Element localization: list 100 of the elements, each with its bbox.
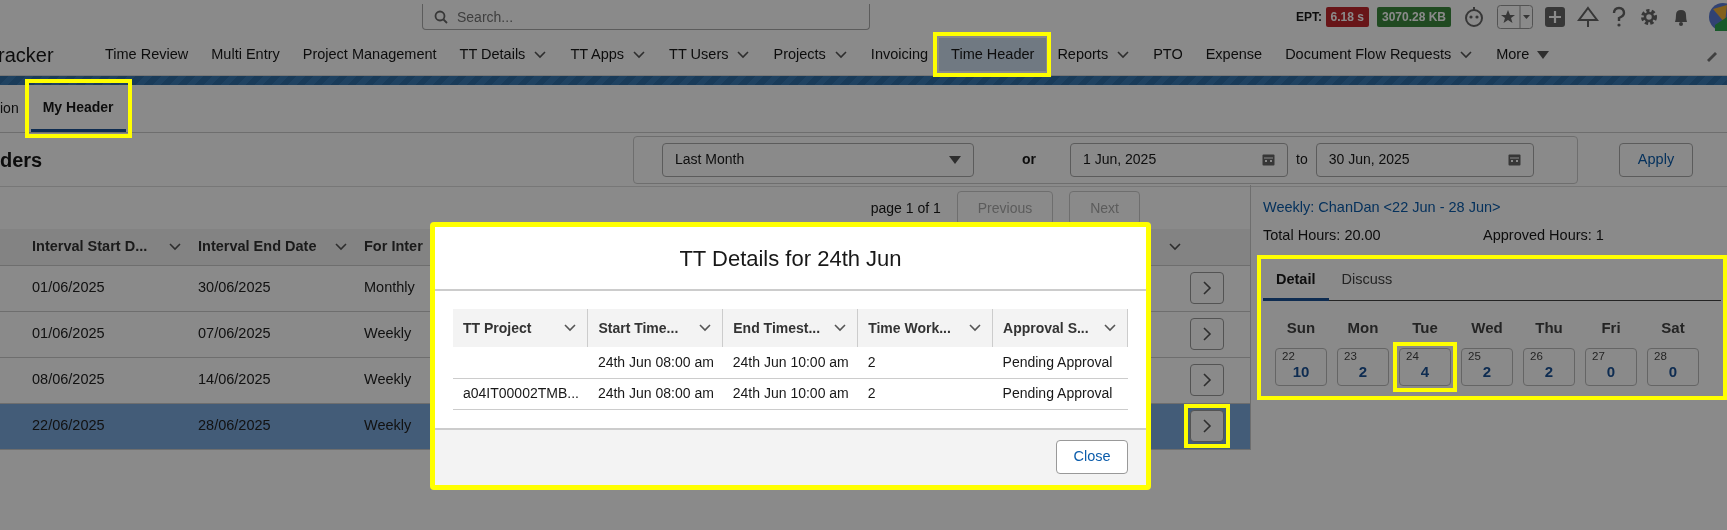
column-header[interactable]: Interval End Date (190, 229, 356, 265)
memory-badge: 3070.28 KB (1376, 7, 1451, 27)
table-cell: 2 (857, 378, 993, 409)
plus-icon[interactable] (1545, 7, 1565, 27)
date-field[interactable]: 1 Jun, 2025 (1070, 142, 1288, 177)
day-cell[interactable]: 22 10 (1275, 347, 1327, 386)
week-link[interactable]: Weekly: ChanDan <22 Jun - 28 Jun> (1263, 199, 1501, 215)
chevron-right-icon (1202, 419, 1212, 433)
view-button[interactable] (1190, 410, 1224, 442)
day-cell[interactable]: 23 2 (1337, 347, 1389, 386)
day-label: Sat (1661, 318, 1685, 339)
perf-label: EPT: (1296, 9, 1323, 26)
chevron-down-icon (698, 323, 713, 333)
chevron-down-icon (334, 241, 348, 252)
nav-item[interactable]: TT Users (657, 37, 763, 72)
day-date: 25 (1468, 349, 1482, 364)
column-header[interactable]: TT Project (453, 309, 588, 347)
table-cell: Pending Approval (992, 347, 1128, 378)
nav-item[interactable]: More (1484, 37, 1562, 72)
apply-button[interactable]: Apply (1619, 142, 1693, 177)
chevron-down-icon (1103, 323, 1117, 333)
nav-item[interactable]: PTO (1141, 37, 1195, 72)
day-label: Sun (1286, 318, 1316, 339)
page-count: page 1 of 1 (870, 198, 941, 218)
nav-item[interactable]: TT Details (447, 37, 560, 72)
column-header[interactable]: Start Time... (587, 309, 723, 347)
approved-hours: Approved Hours: 1 (1483, 225, 1604, 245)
modal-title: TT Details for 24th Jun (435, 227, 1146, 291)
help-icon[interactable] (1611, 6, 1627, 28)
caret-down-icon (1537, 50, 1550, 59)
caret-down-icon (949, 155, 961, 164)
nav-item[interactable]: Multi Entry (199, 37, 292, 72)
table-cell: 24th Jun 10:00 am (722, 378, 858, 409)
chevron-down-icon (1116, 49, 1131, 60)
robot-icon[interactable] (1463, 6, 1485, 28)
time-badge: 6.18 s (1325, 7, 1369, 27)
nav-item[interactable]: Time Header (939, 37, 1047, 72)
chevron-down-icon (833, 323, 848, 333)
tree-icon[interactable] (1577, 6, 1599, 28)
day-cell[interactable]: 24 4 (1399, 347, 1451, 386)
day-hours: 10 (1291, 363, 1311, 381)
sub-tab[interactable]: ion (0, 85, 31, 132)
day-cell[interactable]: 26 2 (1523, 347, 1575, 386)
nav-item[interactable]: Projects (761, 37, 860, 72)
chevron-down-icon (1459, 49, 1474, 60)
day-hours: 2 (1543, 363, 1555, 381)
chevron-down-icon (563, 323, 578, 333)
table-cell: 30/06/2025 (190, 265, 356, 311)
settings-icon[interactable] (1639, 7, 1659, 27)
column-header[interactable]: End Timest... (722, 309, 858, 347)
day-date: 23 (1344, 349, 1358, 364)
nav-item[interactable]: Time Review (93, 37, 201, 72)
range-dropdown[interactable]: Last Month (662, 142, 974, 177)
to-label: to (1296, 150, 1308, 169)
view-button[interactable] (1190, 318, 1224, 350)
search-icon (434, 10, 448, 24)
table-cell: 07/06/2025 (190, 311, 356, 357)
table-cell: 01/06/2025 (24, 265, 190, 311)
date-field[interactable]: 30 Jun, 2025 (1315, 142, 1534, 177)
search-field[interactable]: Search... (422, 4, 870, 30)
column-header[interactable]: Interval Start D... (24, 229, 190, 265)
day-hours: 2 (1481, 363, 1493, 381)
detail-tab[interactable]: Detail (1263, 260, 1329, 302)
nav-item[interactable]: Project Management (290, 37, 449, 72)
day-label: Wed (1471, 318, 1503, 339)
day-cell[interactable]: 28 0 (1647, 347, 1699, 386)
chevron-down-icon (533, 49, 548, 60)
day-date: 26 (1530, 349, 1544, 364)
view-button[interactable] (1190, 272, 1224, 304)
chevron-down-icon (632, 49, 647, 60)
day-cell[interactable]: 27 0 (1585, 347, 1637, 386)
favorites-icon[interactable] (1497, 5, 1533, 29)
day-date: 28 (1654, 349, 1668, 364)
chevron-down-icon (168, 241, 182, 252)
chevron-right-icon (1202, 327, 1212, 341)
table-cell: Pending Approval (992, 378, 1128, 409)
nav-item[interactable]: TT Apps (558, 37, 659, 72)
day-label: Tue (1412, 318, 1438, 339)
nav-item[interactable]: Document Flow Requests (1273, 37, 1486, 72)
detail-tab[interactable]: Discuss (1328, 260, 1406, 302)
column-header[interactable]: Approval S... (992, 309, 1128, 347)
day-date: 22 (1282, 349, 1296, 364)
day-hours: 0 (1605, 363, 1617, 381)
day-hours: 4 (1419, 363, 1431, 381)
day-date: 27 (1592, 349, 1606, 364)
calendar-icon (1507, 153, 1521, 166)
view-button[interactable] (1190, 364, 1224, 396)
column-header[interactable]: Time Work... (857, 309, 993, 347)
chevron-right-icon (1202, 373, 1212, 387)
table-cell: 28/06/2025 (190, 403, 356, 449)
day-date: 24 (1406, 349, 1420, 364)
chevron-down-icon (1168, 241, 1182, 252)
chevron-down-icon (968, 323, 983, 333)
chevron-down-icon (736, 49, 751, 60)
nav-item[interactable]: Expense (1193, 37, 1275, 72)
day-cell[interactable]: 25 2 (1461, 347, 1513, 386)
sub-tab[interactable]: My Header (30, 85, 126, 132)
chevron-down-icon (833, 49, 848, 60)
page-title: ders (0, 147, 44, 173)
close-button[interactable]: Close (1056, 440, 1128, 475)
